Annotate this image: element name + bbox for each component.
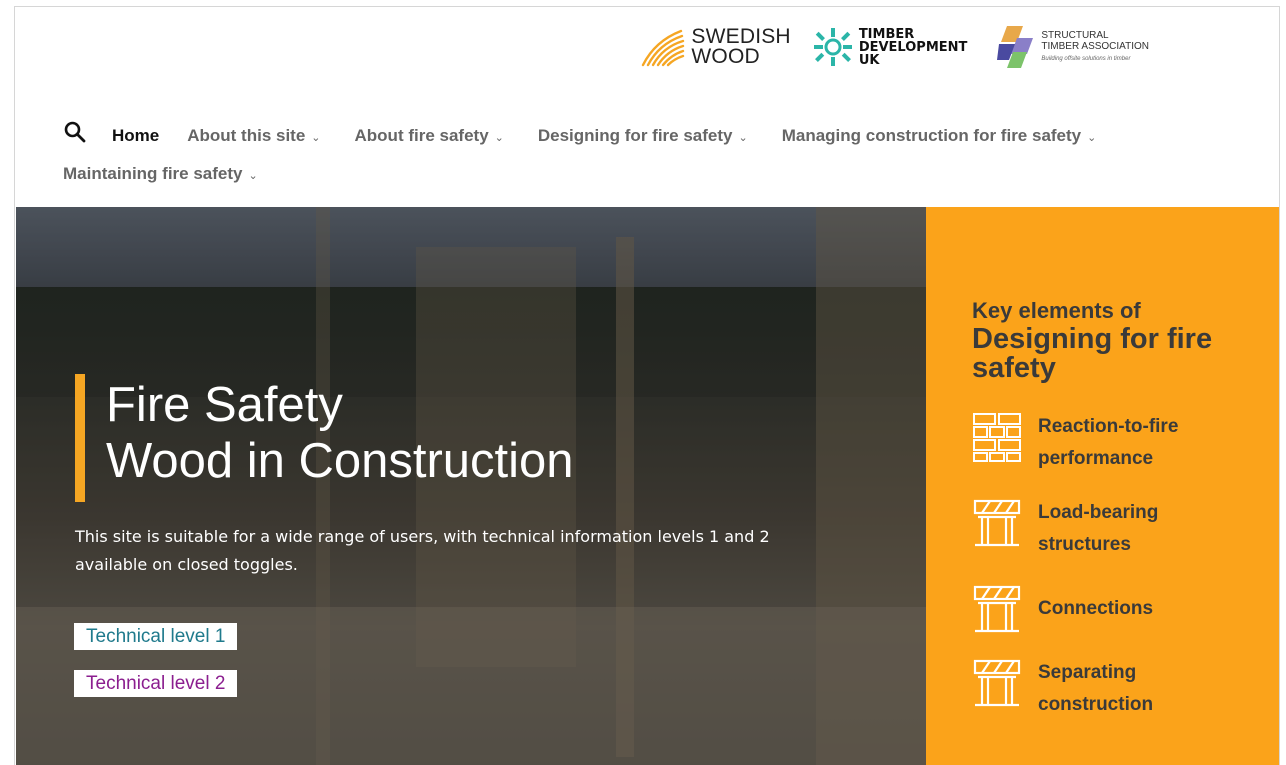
chevron-down-icon: ⌄ <box>248 169 258 182</box>
key-item-reaction-to-fire[interactable]: Reaction-to-fire performance <box>972 411 1261 475</box>
chevron-down-icon: ⌄ <box>311 131 321 144</box>
key-item-label: Reaction-to-fire <box>1038 416 1179 437</box>
brick-wall-icon <box>973 413 1021 462</box>
key-item-separating-construction[interactable]: Separating construction <box>972 657 1261 721</box>
key-elements-list: Reaction-to-fire performance Load-bearin… <box>972 411 1261 721</box>
timber-development-icon <box>813 28 852 66</box>
panel-intro: Key elements of <box>972 298 1141 323</box>
key-item-connections[interactable]: Connections <box>972 583 1261 635</box>
chevron-down-icon: ⌄ <box>494 131 504 144</box>
key-item-label: Load-bearing <box>1038 502 1159 523</box>
timber-frame-icon <box>973 659 1021 707</box>
sta-tagline: Building offsite solutions in timber <box>1041 55 1131 62</box>
key-item-label: Separating <box>1038 662 1137 683</box>
tdu-line3: UK <box>858 52 880 68</box>
swedish-wood-line1: SWEDISH <box>691 25 791 48</box>
structural-timber-association-logo[interactable]: STRUCTURAL TIMBER ASSOCIATION Building o… <box>997 24 1149 70</box>
title-line-1: Fire Safety <box>106 378 343 432</box>
title-line-2: Wood in Construction <box>106 434 574 488</box>
title-accent-bar <box>75 374 85 502</box>
key-item-label: construction <box>1038 694 1154 715</box>
nav-item-label: Managing construction for fire safety <box>781 126 1082 145</box>
panel-title: Designing for fire safety <box>972 323 1213 384</box>
technical-level-2-button[interactable]: Technical level 2 <box>74 670 238 697</box>
hero-banner: Fire Safety Wood in Construction This si… <box>16 207 926 765</box>
nav-item-designing-for-fire-safety[interactable]: Designing for fire safety ⌄ <box>538 126 748 146</box>
timber-development-uk-logo[interactable]: TIMBER DEVELOPMENT UK <box>813 26 968 68</box>
hero-description: This site is suitable for a wide range o… <box>75 527 770 574</box>
key-item-label: structures <box>1038 534 1131 555</box>
nav-item-home-label: Home <box>112 126 160 145</box>
partner-logos: SWEDISH WOOD TIMBER DEVELOPMENT UK STRUC… <box>641 15 1149 79</box>
nav-item-home[interactable]: Home <box>112 126 159 146</box>
swedish-wood-logo[interactable]: SWEDISH WOOD <box>641 25 791 68</box>
nav-item-label: Maintaining fire safety <box>63 164 243 183</box>
page-frame: SWEDISH WOOD TIMBER DEVELOPMENT UK STRUC… <box>14 6 1280 765</box>
page-title: Fire Safety Wood in Construction <box>106 377 806 489</box>
nav-item-maintaining-fire-safety[interactable]: Maintaining fire safety ⌄ <box>63 164 258 184</box>
technical-level-1-button[interactable]: Technical level 1 <box>74 623 238 650</box>
nav-item-label: About this site <box>187 126 306 145</box>
tdu-line1: TIMBER <box>858 26 915 42</box>
nav-row-2: Maintaining fire safety ⌄ <box>63 157 1263 191</box>
sta-line1: STRUCTURAL <box>1041 29 1109 41</box>
nav-row-1: Home About this site ⌄ About fire safety… <box>63 119 1263 153</box>
swedish-wood-icon <box>642 29 685 67</box>
chevron-down-icon: ⌄ <box>738 131 748 144</box>
timber-frame-icon <box>973 585 1021 633</box>
nav-item-label: Designing for fire safety <box>537 126 733 145</box>
timber-frame-icon <box>973 499 1021 547</box>
tdu-line2: DEVELOPMENT <box>858 39 968 55</box>
nav-item-label: About fire safety <box>354 126 489 145</box>
key-item-load-bearing[interactable]: Load-bearing structures <box>972 497 1261 561</box>
main-nav: Home About this site ⌄ About fire safety… <box>63 119 1263 191</box>
nav-item-about-this-site[interactable]: About this site ⌄ <box>187 126 320 146</box>
nav-item-about-fire-safety[interactable]: About fire safety ⌄ <box>355 126 504 146</box>
sta-line2: TIMBER ASSOCIATION <box>1041 40 1149 52</box>
key-item-label: Connections <box>1038 598 1154 619</box>
nav-item-managing-construction[interactable]: Managing construction for fire safety ⌄ <box>782 126 1097 146</box>
chevron-down-icon: ⌄ <box>1087 131 1097 144</box>
swedish-wood-line2: WOOD <box>691 45 760 68</box>
key-elements-panel: Key elements of Designing for fire safet… <box>926 207 1279 765</box>
key-item-label: performance <box>1038 448 1154 469</box>
search-icon[interactable] <box>63 120 87 144</box>
sta-icon <box>997 26 1034 68</box>
